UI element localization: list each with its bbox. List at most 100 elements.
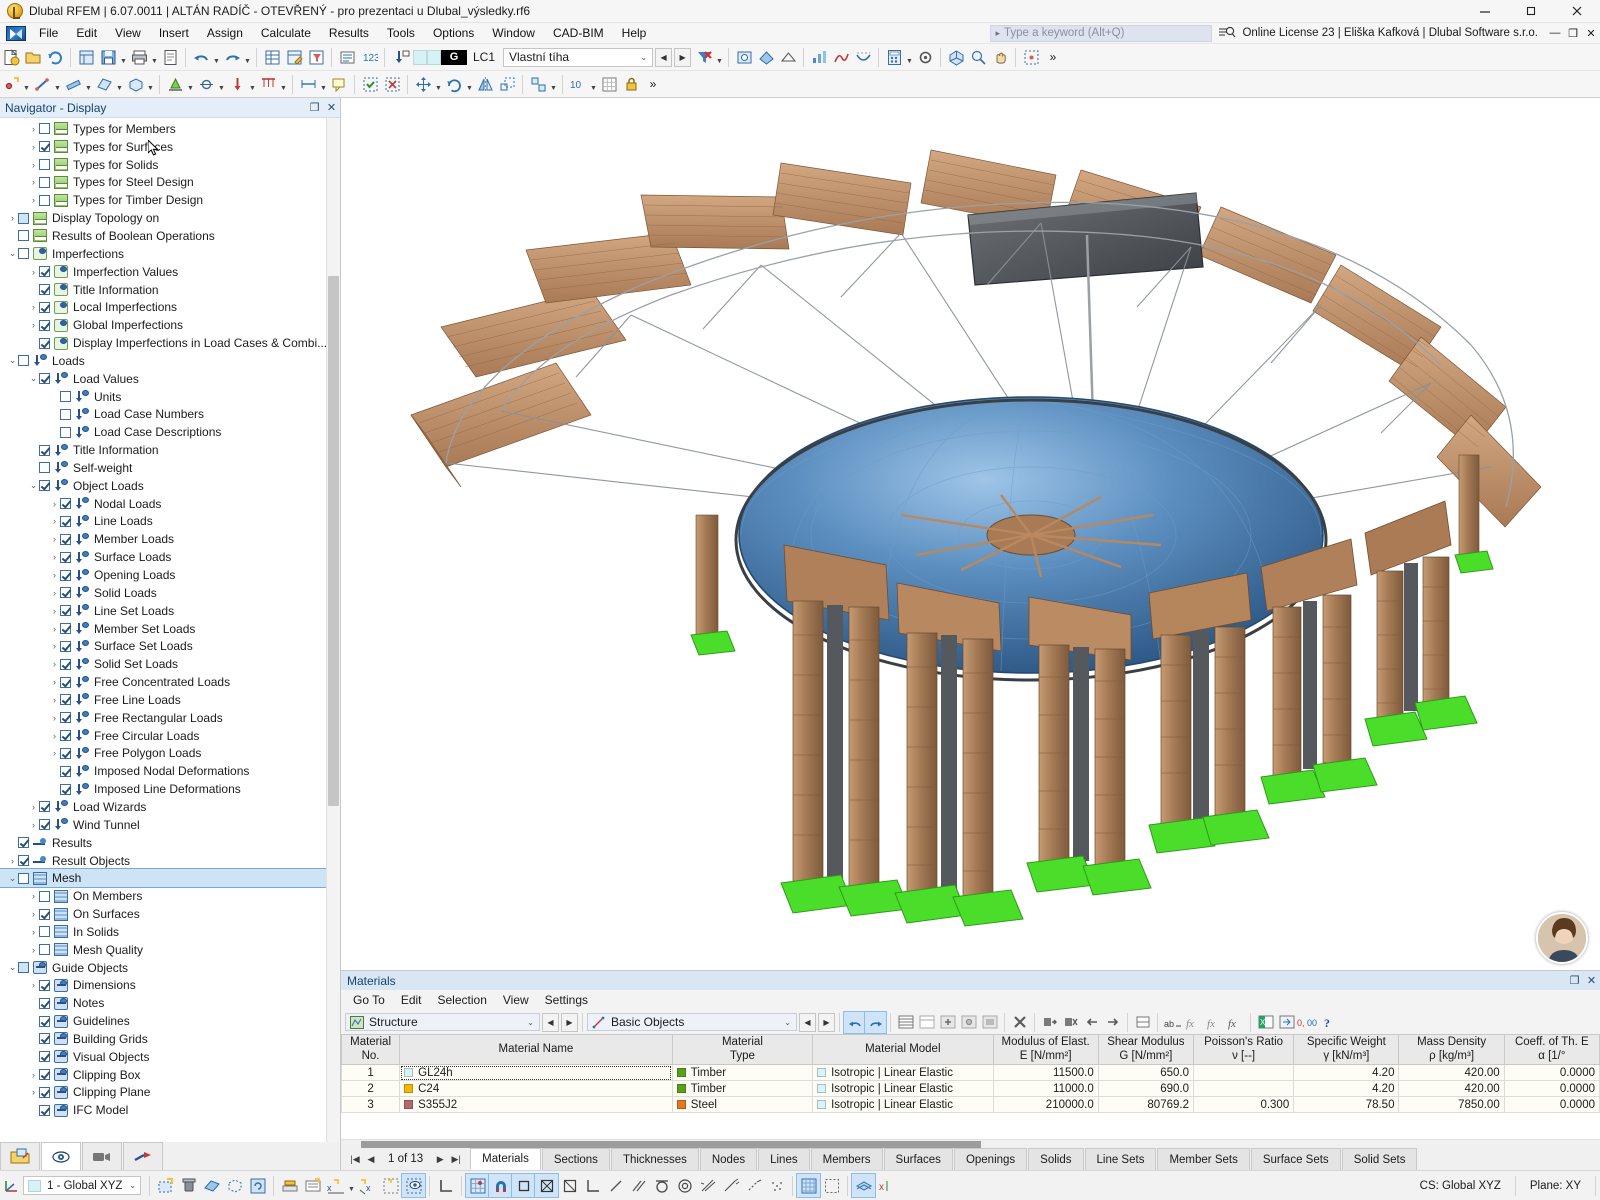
move-dropdown-icon[interactable]: ▼ xyxy=(434,73,443,96)
tree-item-checkbox[interactable] xyxy=(39,284,50,296)
expand-chevron-icon[interactable]: › xyxy=(49,731,60,741)
insert-surface-dropdown-icon[interactable]: ▼ xyxy=(115,73,124,96)
nav-tree-item[interactable]: ⌄ Load Values xyxy=(0,370,340,388)
nodal-load-icon[interactable] xyxy=(226,73,248,96)
col-shear-modulus[interactable]: Shear Modulus G [N/mm²] xyxy=(1097,1034,1194,1065)
snap-quadrant-icon[interactable] xyxy=(673,1174,696,1197)
navigator-close-button[interactable]: ✕ xyxy=(323,101,340,114)
cell-material-model[interactable]: Isotropic | Linear Elastic xyxy=(812,1064,994,1081)
nav-tree-item[interactable]: › In Solids xyxy=(0,923,340,941)
table-edit-icon[interactable] xyxy=(283,46,305,69)
copy-array-dropdown-icon[interactable]: ▼ xyxy=(549,73,558,96)
snap-intersection-icon[interactable] xyxy=(696,1174,719,1197)
redo-dropdown-icon[interactable]: ▼ xyxy=(243,46,252,69)
layer-list-icon[interactable] xyxy=(301,1174,324,1197)
snap-settings-icon[interactable] xyxy=(379,1174,402,1197)
materials-tab-openings[interactable]: Openings xyxy=(953,1148,1028,1170)
materials-menu-edit[interactable]: Edit xyxy=(393,991,430,1009)
col-material-name[interactable]: Material Name xyxy=(399,1034,673,1065)
undo-dropdown-icon[interactable]: ▼ xyxy=(212,46,221,69)
expand-chevron-icon[interactable]: › xyxy=(28,927,39,937)
formula-fx2-icon[interactable]: fx xyxy=(1204,1012,1225,1033)
expand-chevron-icon[interactable]: › xyxy=(49,659,60,669)
cell-material-no[interactable]: 3 xyxy=(341,1096,401,1113)
cell-poissons-ratio[interactable] xyxy=(1192,1080,1295,1097)
expand-chevron-icon[interactable]: › xyxy=(28,124,39,134)
model-3d-canvas[interactable] xyxy=(341,98,1600,970)
solver-settings-icon[interactable] xyxy=(914,46,936,69)
cell-material-name[interactable]: C24 xyxy=(399,1080,673,1097)
cell-material-type[interactable]: Timber xyxy=(671,1080,814,1097)
expand-chevron-icon[interactable]: › xyxy=(49,624,60,634)
tree-item-checkbox[interactable] xyxy=(39,194,50,206)
formula-fx-icon[interactable]: fx xyxy=(1183,1012,1204,1033)
materials-menu-selection[interactable]: Selection xyxy=(430,991,495,1009)
expand-chevron-icon[interactable]: › xyxy=(28,177,39,187)
hinge-icon[interactable] xyxy=(195,73,217,96)
tree-item-checkbox[interactable] xyxy=(60,498,71,510)
zoom-fit-icon[interactable] xyxy=(967,46,989,69)
cs-marker-icon[interactable]: x xyxy=(875,1174,898,1197)
menu-results[interactable]: Results xyxy=(320,24,378,42)
col-mass-density[interactable]: Mass Density ρ [kg/m³] xyxy=(1398,1034,1505,1065)
cell-thermal-expansion[interactable]: 0.0000 xyxy=(1503,1064,1600,1081)
tree-item-checkbox[interactable] xyxy=(18,230,29,242)
col-material-model[interactable]: Material Model xyxy=(812,1034,994,1065)
materials-table-row[interactable]: 3 S355J2 Steel Isotropic | Linear Elastic 21… xyxy=(341,1096,1600,1113)
tree-item-checkbox[interactable] xyxy=(18,855,29,867)
collapse-chevron-icon[interactable]: ⌄ xyxy=(7,355,18,366)
snap-count-icon[interactable]: 10 xyxy=(567,73,589,96)
materials-tab-thicknesses[interactable]: Thicknesses xyxy=(610,1148,699,1170)
expand-chevron-icon[interactable]: › xyxy=(49,552,60,562)
tree-item-checkbox[interactable] xyxy=(60,658,71,670)
coordinate-system-icon[interactable] xyxy=(0,1174,23,1197)
nav-tree-item[interactable]: › Load Wizards xyxy=(0,798,340,816)
snap-parallel-icon[interactable] xyxy=(627,1174,650,1197)
cell-thermal-expansion[interactable]: 0.0000 xyxy=(1503,1096,1600,1113)
expand-chevron-icon[interactable]: › xyxy=(7,213,18,223)
nav-tree-item[interactable]: Visual Objects xyxy=(0,1048,340,1066)
menu-help[interactable]: Help xyxy=(613,24,656,42)
menu-cad-bim[interactable]: CAD-BIM xyxy=(544,24,613,42)
lock-icon[interactable] xyxy=(620,73,642,96)
cell-material-name[interactable]: GL24h xyxy=(399,1064,673,1081)
materials-tab-members[interactable]: Members xyxy=(810,1148,883,1170)
collapse-chevron-icon[interactable]: ⌄ xyxy=(28,480,39,491)
cell-material-no[interactable]: 2 xyxy=(341,1080,401,1097)
tree-item-checkbox[interactable] xyxy=(39,373,50,385)
navigator-tab-views[interactable] xyxy=(82,1142,122,1170)
materials-structure-filter-combo[interactable]: Structure ⌄ xyxy=(345,1013,540,1031)
nav-tree-item[interactable]: › Line Set Loads xyxy=(0,602,340,620)
pager-next-button[interactable]: ▶ xyxy=(432,1154,448,1165)
insert-solid-icon[interactable] xyxy=(124,73,146,96)
printout-report-icon[interactable] xyxy=(159,46,181,69)
menu-tools[interactable]: Tools xyxy=(378,24,424,42)
tree-item-checkbox[interactable] xyxy=(39,801,50,813)
set-offset-x-icon[interactable]: x xyxy=(356,1174,379,1197)
expand-chevron-icon[interactable]: › xyxy=(7,856,18,866)
rename-abc-icon[interactable]: ab xyxy=(1162,1012,1183,1033)
tree-item-checkbox[interactable] xyxy=(18,212,29,224)
nav-tree-item[interactable]: Title Information xyxy=(0,281,340,299)
formula-fx3-icon[interactable]: fx xyxy=(1225,1012,1246,1033)
nav-tree-item[interactable]: › Types for Members xyxy=(0,120,340,138)
redo-icon[interactable] xyxy=(221,46,243,69)
import-table-icon[interactable] xyxy=(1276,1012,1297,1033)
nav-tree-item[interactable]: › Types for Surfaces xyxy=(0,138,340,156)
insert-node-icon[interactable] xyxy=(0,73,22,96)
undo-table-icon[interactable] xyxy=(843,1010,866,1034)
tree-item-checkbox[interactable] xyxy=(60,426,71,438)
nav-tree-item[interactable]: › Types for Timber Design xyxy=(0,191,340,209)
materials-tab-materials[interactable]: Materials xyxy=(470,1148,541,1170)
rotate-icon[interactable] xyxy=(443,73,465,96)
print-dropdown-icon[interactable]: ▼ xyxy=(150,46,159,69)
ortho-icon[interactable] xyxy=(434,1174,457,1197)
menu-view[interactable]: View xyxy=(106,24,150,42)
nav-tree-item[interactable]: › Free Rectangular Loads xyxy=(0,709,340,727)
tree-item-checkbox[interactable] xyxy=(60,783,71,795)
expand-chevron-icon[interactable]: › xyxy=(28,1070,39,1080)
layers-stack-icon[interactable] xyxy=(851,1173,876,1198)
nav-tree-item[interactable]: › Free Concentrated Loads xyxy=(0,673,340,691)
expand-chevron-icon[interactable]: › xyxy=(49,499,60,509)
snap-extension-icon[interactable] xyxy=(719,1174,742,1197)
